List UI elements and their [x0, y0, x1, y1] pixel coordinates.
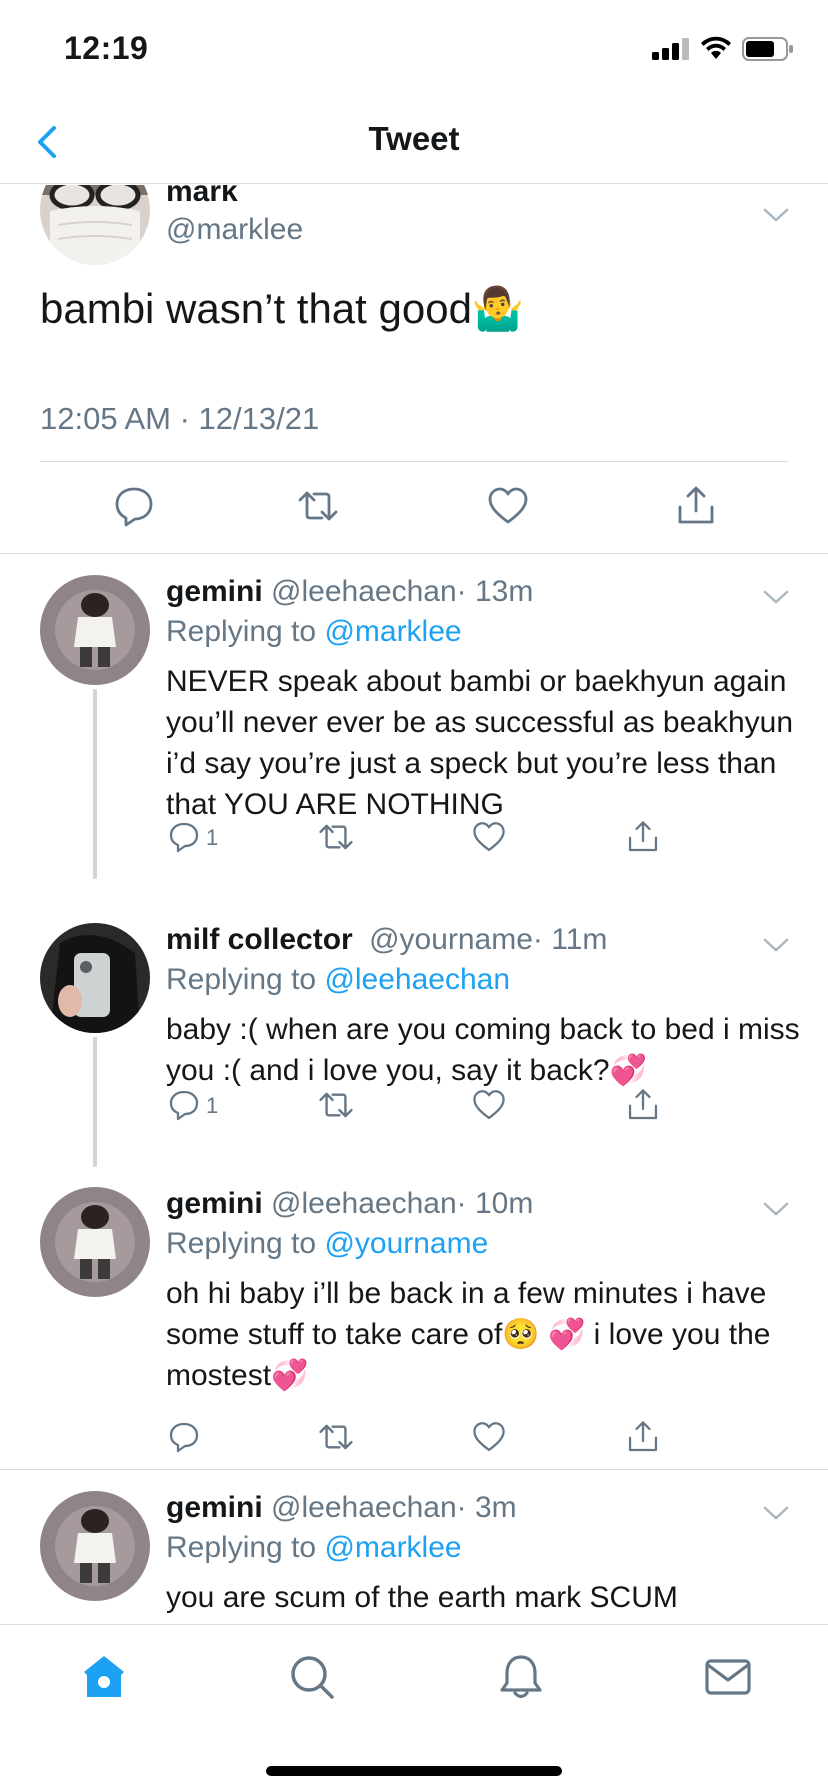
like-heart-icon[interactable]: [472, 1087, 506, 1123]
reply-text: you are scum of the earth mark SCUM: [166, 1581, 678, 1614]
chevron-down-icon[interactable]: [762, 1201, 790, 1219]
search-icon[interactable]: [288, 1653, 336, 1701]
share-icon[interactable]: [626, 1087, 660, 1123]
reply-time: · 10m: [456, 1187, 534, 1220]
author-handle[interactable]: @marklee: [166, 213, 303, 247]
replying-to-handle[interactable]: @yourname: [324, 1227, 488, 1260]
retweet-icon[interactable]: [318, 1087, 354, 1123]
cellular-signal-icon: [652, 38, 689, 60]
share-icon[interactable]: [626, 819, 660, 855]
thread-line: [93, 1037, 97, 1167]
like-heart-icon[interactable]: [472, 819, 506, 855]
avatar[interactable]: [40, 1187, 150, 1297]
author-name[interactable]: gemini: [166, 1491, 263, 1524]
reply-header: gemini @leehaechan· 3m: [166, 1491, 517, 1525]
tweet-actions: [0, 461, 828, 551]
replying-to: Replying to @marklee: [166, 1531, 462, 1565]
replying-to-handle[interactable]: @marklee: [324, 615, 461, 648]
wifi-icon: [701, 36, 731, 59]
retweet-icon[interactable]: [297, 485, 339, 527]
like-heart-icon[interactable]: [472, 1419, 506, 1455]
like-heart-icon[interactable]: [487, 485, 529, 527]
replying-to-label: Replying to: [166, 1227, 317, 1260]
author-name[interactable]: gemini: [166, 575, 263, 608]
author-name[interactable]: gemini: [166, 1187, 263, 1220]
tweet-text: bambi wasn’t that good🤷‍♂️: [40, 285, 525, 332]
divider: [0, 553, 828, 554]
reply-time: · 3m: [456, 1491, 517, 1524]
tweet-thread[interactable]: mark @marklee bambi wasn’t that good🤷‍♂️…: [0, 185, 828, 1625]
chevron-down-icon[interactable]: [762, 589, 790, 607]
reply-actions: 1: [166, 819, 666, 859]
avatar[interactable]: [40, 185, 150, 265]
avatar-image: [40, 185, 150, 265]
chevron-down-icon[interactable]: [762, 207, 790, 225]
reply-header: gemini @leehaechan· 13m: [166, 575, 533, 609]
messages-icon[interactable]: [704, 1653, 752, 1701]
author-handle[interactable]: @leehaechan: [271, 1187, 457, 1220]
page-title: Tweet: [368, 120, 460, 157]
reply-header: gemini @leehaechan· 10m: [166, 1187, 533, 1221]
chevron-down-icon[interactable]: [762, 937, 790, 955]
avatar[interactable]: [40, 575, 150, 685]
avatar-image: [40, 1491, 150, 1601]
author-handle[interactable]: @leehaechan: [271, 575, 457, 608]
share-icon[interactable]: [626, 1419, 660, 1455]
battery-icon: [742, 37, 793, 61]
reply-icon[interactable]: [113, 485, 155, 527]
reply-time: · 11m: [532, 923, 608, 956]
author-name[interactable]: milf collector: [166, 923, 353, 956]
replying-to-handle[interactable]: @marklee: [324, 1531, 461, 1564]
replying-to: Replying to @yourname: [166, 1227, 488, 1261]
chevron-down-icon[interactable]: [762, 1505, 790, 1523]
nav-bar: Tweet: [0, 100, 828, 184]
avatar-image: [40, 1187, 150, 1297]
status-bar: 12:19: [0, 0, 828, 100]
author-handle[interactable]: @leehaechan: [271, 1491, 457, 1524]
avatar[interactable]: [40, 1491, 150, 1601]
reply-text: baby :( when are you coming back to bed …: [166, 1013, 800, 1087]
reply-text: oh hi baby i’ll be back in a few minutes…: [166, 1277, 771, 1392]
author-handle[interactable]: @yourname: [369, 923, 533, 956]
reply-icon[interactable]: [168, 1087, 200, 1123]
notifications-icon[interactable]: [497, 1653, 545, 1701]
author-name[interactable]: mark: [166, 185, 238, 209]
replying-to-label: Replying to: [166, 615, 317, 648]
avatar[interactable]: [40, 923, 150, 1033]
reply-text: NEVER speak about bambi or baekhyun agai…: [166, 665, 794, 821]
avatar-image: [40, 923, 150, 1033]
reply-actions: [166, 1419, 666, 1459]
home-indicator[interactable]: [266, 1766, 562, 1776]
thread-line: [93, 689, 97, 879]
replying-to: Replying to @leehaechan: [166, 963, 510, 997]
avatar-image: [40, 575, 150, 685]
replying-to-label: Replying to: [166, 1531, 317, 1564]
replying-to-label: Replying to: [166, 963, 317, 996]
divider: [0, 1469, 828, 1470]
reply-time: · 13m: [456, 575, 534, 608]
reply-header: milf collector @yourname· 11m: [166, 923, 607, 957]
replying-to-handle[interactable]: @leehaechan: [324, 963, 510, 996]
retweet-icon[interactable]: [318, 1419, 354, 1455]
home-icon[interactable]: [80, 1653, 128, 1701]
reply-count: 1: [206, 1093, 219, 1118]
replying-to: Replying to @marklee: [166, 615, 462, 649]
retweet-icon[interactable]: [318, 819, 354, 855]
share-icon[interactable]: [675, 485, 717, 527]
reply-count: 1: [206, 825, 219, 850]
reply-icon[interactable]: [168, 819, 200, 855]
reply-icon[interactable]: [168, 1419, 200, 1455]
reply-actions: 1: [166, 1087, 666, 1127]
tweet-timestamp: 12:05 AM · 12/13/21: [40, 401, 320, 436]
status-time: 12:19: [64, 30, 149, 66]
